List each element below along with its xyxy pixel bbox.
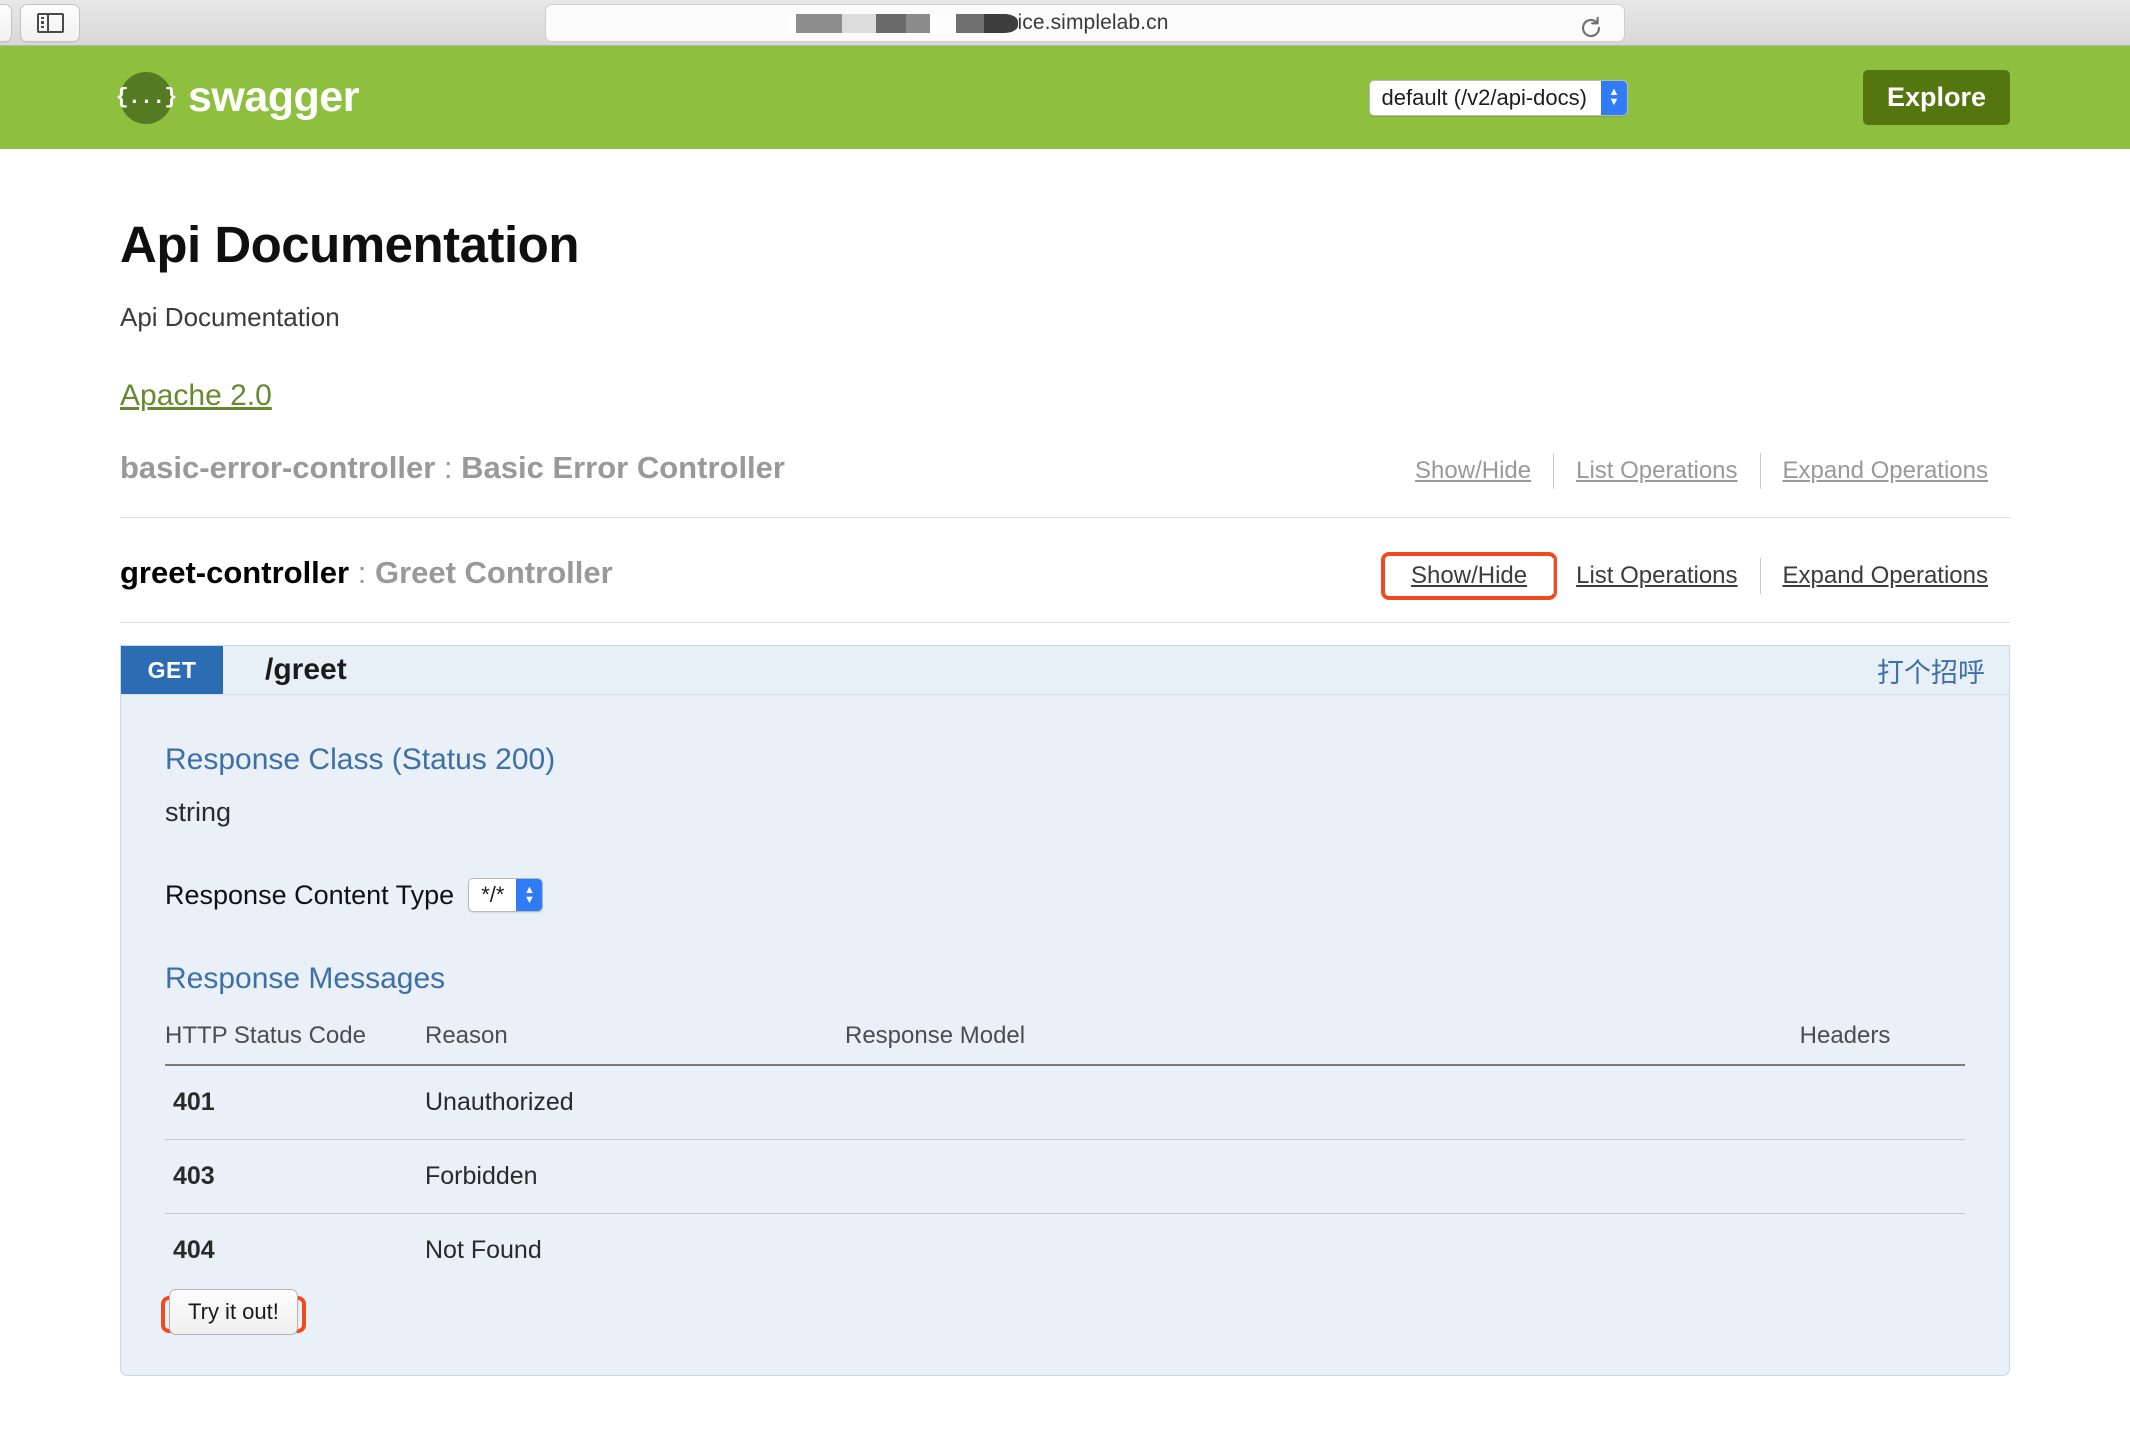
table-row: 403 Forbidden [165, 1140, 1965, 1214]
reload-button[interactable] [1568, 9, 1614, 47]
header-controls: default (/v2/api-docs) ▲▼ Explore [1369, 70, 2010, 125]
show-hide-highlight: Show/Hide [1381, 552, 1557, 600]
swagger-header: {...} swagger default (/v2/api-docs) ▲▼ … [0, 46, 2130, 149]
cell-reason: Unauthorized [425, 1065, 845, 1140]
response-class-type: string [165, 797, 1965, 828]
sidebar-toggle-icon [37, 13, 64, 33]
response-content-type-value: */* [469, 879, 516, 911]
page-title: Api Documentation [120, 215, 2010, 274]
cell-headers [1725, 1065, 1965, 1140]
cell-reason: Not Found [425, 1214, 845, 1288]
reload-icon [1578, 15, 1604, 41]
column-header-headers: Headers [1725, 1014, 1965, 1065]
address-bar[interactable]: ice.simplelab.cn [545, 4, 1625, 42]
resource-basic-error-controller: basic-error-controller : Basic Error Con… [120, 413, 2010, 518]
main-content: Api Documentation Api Documentation Apac… [0, 215, 2130, 1454]
api-spec-select-value: default (/v2/api-docs) [1370, 81, 1601, 115]
expand-operations-link[interactable]: Expand Operations [1761, 552, 2010, 600]
resource-greet-controller: greet-controller : Greet Controller Show… [120, 518, 2010, 623]
explore-button[interactable]: Explore [1863, 70, 2010, 125]
try-it-out-wrapper: Try it out! [165, 1289, 1965, 1335]
resource-heading[interactable]: greet-controller : Greet Controller [120, 555, 613, 591]
cell-reason: Forbidden [425, 1140, 845, 1214]
endpoint-body: Response Class (Status 200) string Respo… [121, 695, 2009, 1375]
resource-id: greet-controller [120, 555, 349, 590]
show-hide-link[interactable]: Show/Hide [1393, 447, 1553, 495]
browser-toolbar: ice.simplelab.cn [0, 0, 2130, 46]
license-link[interactable]: Apache 2.0 [120, 379, 272, 413]
response-messages-title: Response Messages [165, 962, 1965, 996]
endpoint-path: /greet [265, 653, 347, 687]
resource-id: basic-error-controller [120, 450, 435, 485]
swagger-braces-icon: {...} [120, 72, 172, 124]
address-bar-url: ice.simplelab.cn [1018, 11, 1169, 34]
column-header-status-code: HTTP Status Code [165, 1014, 425, 1065]
swagger-logo[interactable]: {...} swagger [120, 72, 359, 124]
http-method-badge: GET [121, 646, 223, 694]
response-messages-table: HTTP Status Code Reason Response Model H… [165, 1014, 1965, 1287]
show-hide-link[interactable]: Show/Hide [1389, 552, 1549, 599]
address-bar-content: ice.simplelab.cn [1002, 11, 1169, 35]
response-content-type-select[interactable]: */* ▲▼ [468, 878, 543, 912]
cell-status-code: 404 [165, 1214, 425, 1288]
resource-heading[interactable]: basic-error-controller : Basic Error Con… [120, 450, 785, 486]
cell-response-model [845, 1065, 1725, 1140]
browser-nav-button-partial[interactable] [0, 4, 12, 42]
resource-separator: : [435, 450, 461, 485]
response-content-type-row: Response Content Type */* ▲▼ [165, 878, 1965, 912]
resource-operations-links: Show/Hide List Operations Expand Operati… [1393, 447, 2010, 495]
column-header-response-model: Response Model [845, 1014, 1725, 1065]
table-row: 401 Unauthorized [165, 1065, 1965, 1140]
cell-status-code: 403 [165, 1140, 425, 1214]
cell-response-model [845, 1140, 1725, 1214]
list-operations-link[interactable]: List Operations [1554, 447, 1759, 495]
endpoint-summary: 打个招呼 [1877, 651, 1985, 690]
cell-status-code: 401 [165, 1065, 425, 1140]
response-class-title: Response Class (Status 200) [165, 743, 1965, 777]
endpoint-panel-greet: GET /greet 打个招呼 Response Class (Status 2… [120, 645, 2010, 1376]
cell-headers [1725, 1214, 1965, 1288]
list-operations-link[interactable]: List Operations [1554, 552, 1759, 600]
try-it-out-button[interactable]: Try it out! [169, 1289, 298, 1335]
table-header-row: HTTP Status Code Reason Response Model H… [165, 1014, 1965, 1065]
resource-operations-links: Show/Hide List Operations Expand Operati… [1385, 552, 2010, 600]
chevron-updown-icon[interactable]: ▲▼ [1601, 81, 1627, 115]
cell-response-model [845, 1214, 1725, 1288]
chevron-updown-icon[interactable]: ▲▼ [516, 879, 542, 911]
resource-description: Basic Error Controller [461, 450, 785, 485]
try-it-out-highlight: Try it out! [161, 1296, 306, 1333]
url-redaction-overlay [786, 13, 1018, 33]
response-content-type-label: Response Content Type [165, 880, 454, 911]
api-spec-select[interactable]: default (/v2/api-docs) ▲▼ [1369, 80, 1628, 116]
sidebar-toggle-button[interactable] [20, 4, 80, 42]
table-row: 404 Not Found [165, 1214, 1965, 1288]
endpoint-header[interactable]: GET /greet 打个招呼 [121, 646, 2009, 695]
swagger-brand-text: swagger [188, 73, 359, 122]
expand-operations-link[interactable]: Expand Operations [1761, 447, 2010, 495]
column-header-reason: Reason [425, 1014, 845, 1065]
resource-description: Greet Controller [375, 555, 613, 590]
cell-headers [1725, 1140, 1965, 1214]
resource-separator: : [349, 555, 375, 590]
page-subtitle: Api Documentation [120, 302, 2010, 333]
